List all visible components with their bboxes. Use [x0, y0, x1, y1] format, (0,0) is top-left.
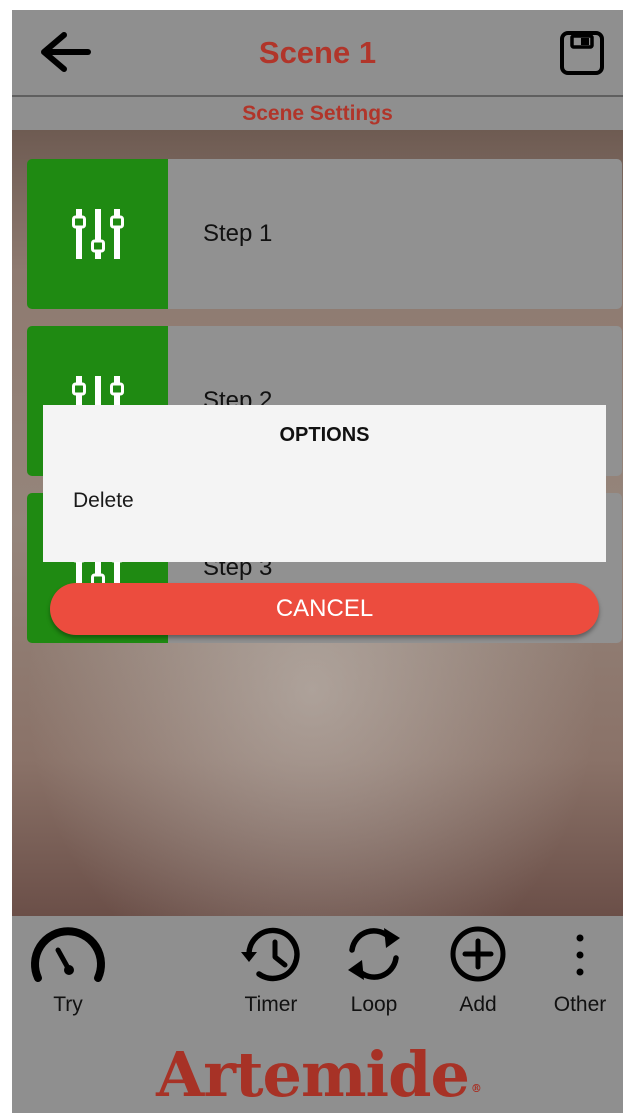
step-label: Step 1	[203, 220, 273, 247]
page-title: Scene 1	[258, 35, 377, 70]
sliders-icon	[71, 209, 124, 259]
tool-label: Try	[53, 993, 83, 1016]
plus-circle-icon	[450, 926, 506, 982]
step-body: Step 1	[168, 159, 622, 309]
refresh-loop-icon	[348, 928, 400, 980]
registered-mark: ®	[470, 1082, 482, 1095]
try-button[interactable]: Try	[26, 916, 110, 1026]
floppy-disk-icon	[560, 31, 604, 75]
tool-label: Loop	[350, 993, 398, 1016]
save-button[interactable]	[558, 29, 606, 77]
tool-label: Add	[459, 993, 497, 1016]
brand-logo: Artemide ®	[12, 1040, 623, 1110]
step-card-1[interactable]: Step 1	[27, 159, 622, 309]
dialog-title: OPTIONS	[279, 424, 370, 446]
add-button[interactable]: Add	[442, 916, 514, 1026]
app-header: Scene 1	[12, 10, 623, 96]
delete-option[interactable]: Delete	[73, 486, 138, 516]
page-subtitle: Scene Settings	[12, 97, 623, 130]
more-vertical-icon	[576, 934, 584, 976]
tool-label: Timer	[244, 993, 298, 1016]
speedometer-icon	[31, 927, 105, 982]
loop-button[interactable]: Loop	[338, 916, 410, 1026]
cancel-button[interactable]: CANCEL	[50, 583, 599, 635]
app-screen: Scene 1 Scene Settings Step 1 Step 2 Ste…	[12, 10, 623, 1113]
history-clock-icon	[241, 927, 300, 982]
tool-label: Other	[553, 993, 607, 1016]
logo-text: Artemide	[156, 1038, 470, 1111]
timer-button[interactable]: Timer	[235, 916, 307, 1026]
step-icon-box	[27, 159, 168, 309]
other-button[interactable]: Other	[545, 916, 615, 1026]
options-dialog: OPTIONS Delete	[43, 405, 606, 562]
